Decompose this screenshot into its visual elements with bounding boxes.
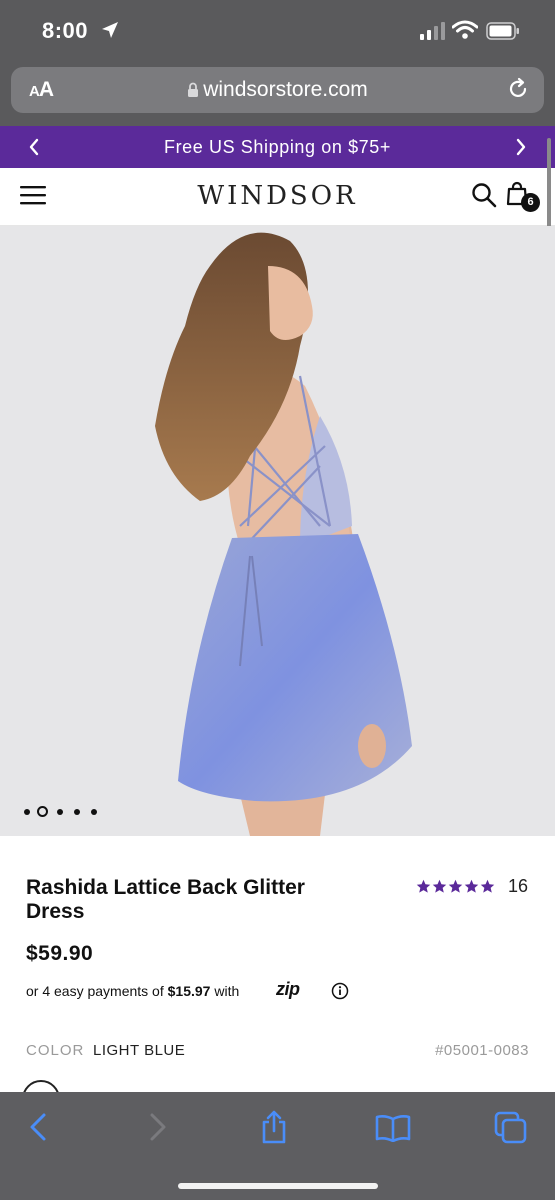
product-info: Rashida Lattice Back Glitter Dress 16 $5… (0, 836, 555, 1118)
zip-logo: zip (276, 979, 300, 999)
wifi-icon (451, 20, 479, 45)
product-image[interactable] (0, 226, 555, 836)
star-rating[interactable] (416, 878, 496, 896)
status-time: 8:00 (42, 18, 89, 43)
location-arrow-icon (100, 20, 120, 45)
star-icon (464, 880, 479, 893)
promo-banner: Free US Shipping on $75+ (0, 126, 555, 168)
carousel-dot-active[interactable] (37, 806, 48, 817)
battery-icon (486, 22, 520, 45)
back-icon[interactable] (26, 1112, 50, 1147)
carousel-dot[interactable] (91, 809, 97, 815)
star-icon (448, 880, 463, 893)
installments-suffix: with (214, 983, 240, 999)
share-icon[interactable] (259, 1110, 289, 1149)
installments-text: or 4 easy payments of $15.97 with (26, 983, 239, 999)
address-bar[interactable]: AA windsorstore.com (11, 67, 544, 113)
lock-icon (187, 80, 199, 104)
search-icon[interactable] (471, 182, 497, 213)
browser-address-area: AA windsorstore.com (0, 62, 555, 126)
tabs-icon[interactable] (494, 1111, 528, 1150)
chevron-right-icon[interactable] (515, 138, 527, 161)
product-photo-illustration (0, 226, 555, 836)
info-icon[interactable] (331, 982, 349, 1005)
url-text: windsorstore.com (203, 78, 368, 101)
star-icon (416, 880, 431, 893)
home-indicator[interactable] (178, 1183, 378, 1189)
installments-prefix: or 4 easy payments of (26, 983, 164, 999)
review-count[interactable]: 16 (508, 876, 528, 897)
star-icon (432, 880, 447, 893)
carousel-dot[interactable] (24, 809, 30, 815)
reload-icon[interactable] (506, 77, 530, 106)
promo-text[interactable]: Free US Shipping on $75+ (0, 137, 555, 158)
star-icon (480, 880, 495, 893)
cellular-signal-icon (420, 22, 446, 45)
product-price: $59.90 (26, 942, 94, 965)
status-bar: 8:00 (0, 0, 555, 62)
bookmarks-icon[interactable] (375, 1114, 411, 1147)
forward-icon[interactable] (146, 1112, 170, 1147)
carousel-dot[interactable] (57, 809, 63, 815)
cart-count-badge: 6 (521, 193, 540, 212)
carousel-dot[interactable] (74, 809, 80, 815)
site-header: WINDSOR (0, 168, 555, 226)
product-title: Rashida Lattice Back Glitter Dress (26, 876, 305, 923)
installments-amount: $15.97 (167, 983, 211, 999)
product-sku: #05001-0083 (435, 1042, 529, 1059)
color-value: LIGHT BLUE (93, 1042, 186, 1059)
color-label: COLOR (26, 1042, 85, 1059)
url-field[interactable]: windsorstore.com (11, 78, 544, 104)
